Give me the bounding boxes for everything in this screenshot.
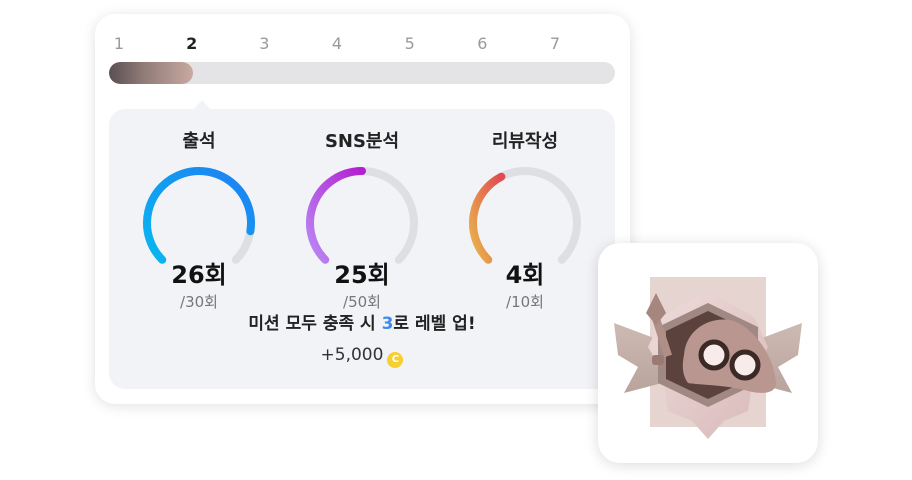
mission-panel: 출석 26회 /30회 SNS분석 25회 /50회 리뷰작성 4회 /10회 … — [109, 109, 615, 389]
mole-explorer-badge-icon — [614, 277, 802, 439]
mission-count: 4회 — [505, 261, 545, 289]
mission-review: 리뷰작성 4회 /10회 — [445, 127, 605, 311]
level-step-4: 4 — [331, 34, 343, 53]
reward-value: +5,000 — [320, 345, 384, 365]
reward-amount: +5,000 C — [109, 345, 615, 368]
level-step-7: 7 — [549, 34, 561, 53]
mission-title: 리뷰작성 — [491, 131, 559, 152]
level-progress-fill — [109, 62, 193, 84]
level-up-message: 미션 모두 충족 시 3로 레벨 업! — [109, 309, 615, 334]
mission-title: SNS분석 — [324, 131, 400, 152]
level-step-3: 3 — [259, 34, 270, 53]
level-step-2: 2 — [186, 34, 198, 53]
level-step-6: 6 — [477, 34, 488, 53]
message-text: 미션 모두 충족 시 — [248, 314, 382, 334]
gauge-progress — [143, 167, 255, 264]
level-progress-track — [109, 62, 615, 84]
mission-title: 출석 — [182, 131, 216, 152]
coin-icon: C — [387, 352, 404, 368]
gauge-progress — [469, 172, 506, 264]
target-level: 3 — [381, 314, 394, 334]
level-badge-card — [598, 243, 818, 463]
level-step-1: 1 — [113, 34, 125, 53]
level-steps: 1 2 3 4 5 6 7 — [95, 34, 630, 54]
level-step-5: 5 — [404, 34, 415, 53]
mission-sns-analysis: SNS분석 25회 /50회 — [282, 127, 442, 311]
mission-count: 26회 — [171, 261, 227, 289]
gauge-progress — [306, 167, 366, 264]
message-text: 로 레벨 업! — [393, 314, 476, 334]
level-progress-card: 1 2 3 4 5 6 7 출석 26회 /30회 SNS분석 25회 /50회 리뷰작성 … — [95, 14, 630, 404]
mission-attendance: 출석 26회 /30회 — [119, 127, 279, 311]
mission-count: 25회 — [334, 261, 390, 289]
